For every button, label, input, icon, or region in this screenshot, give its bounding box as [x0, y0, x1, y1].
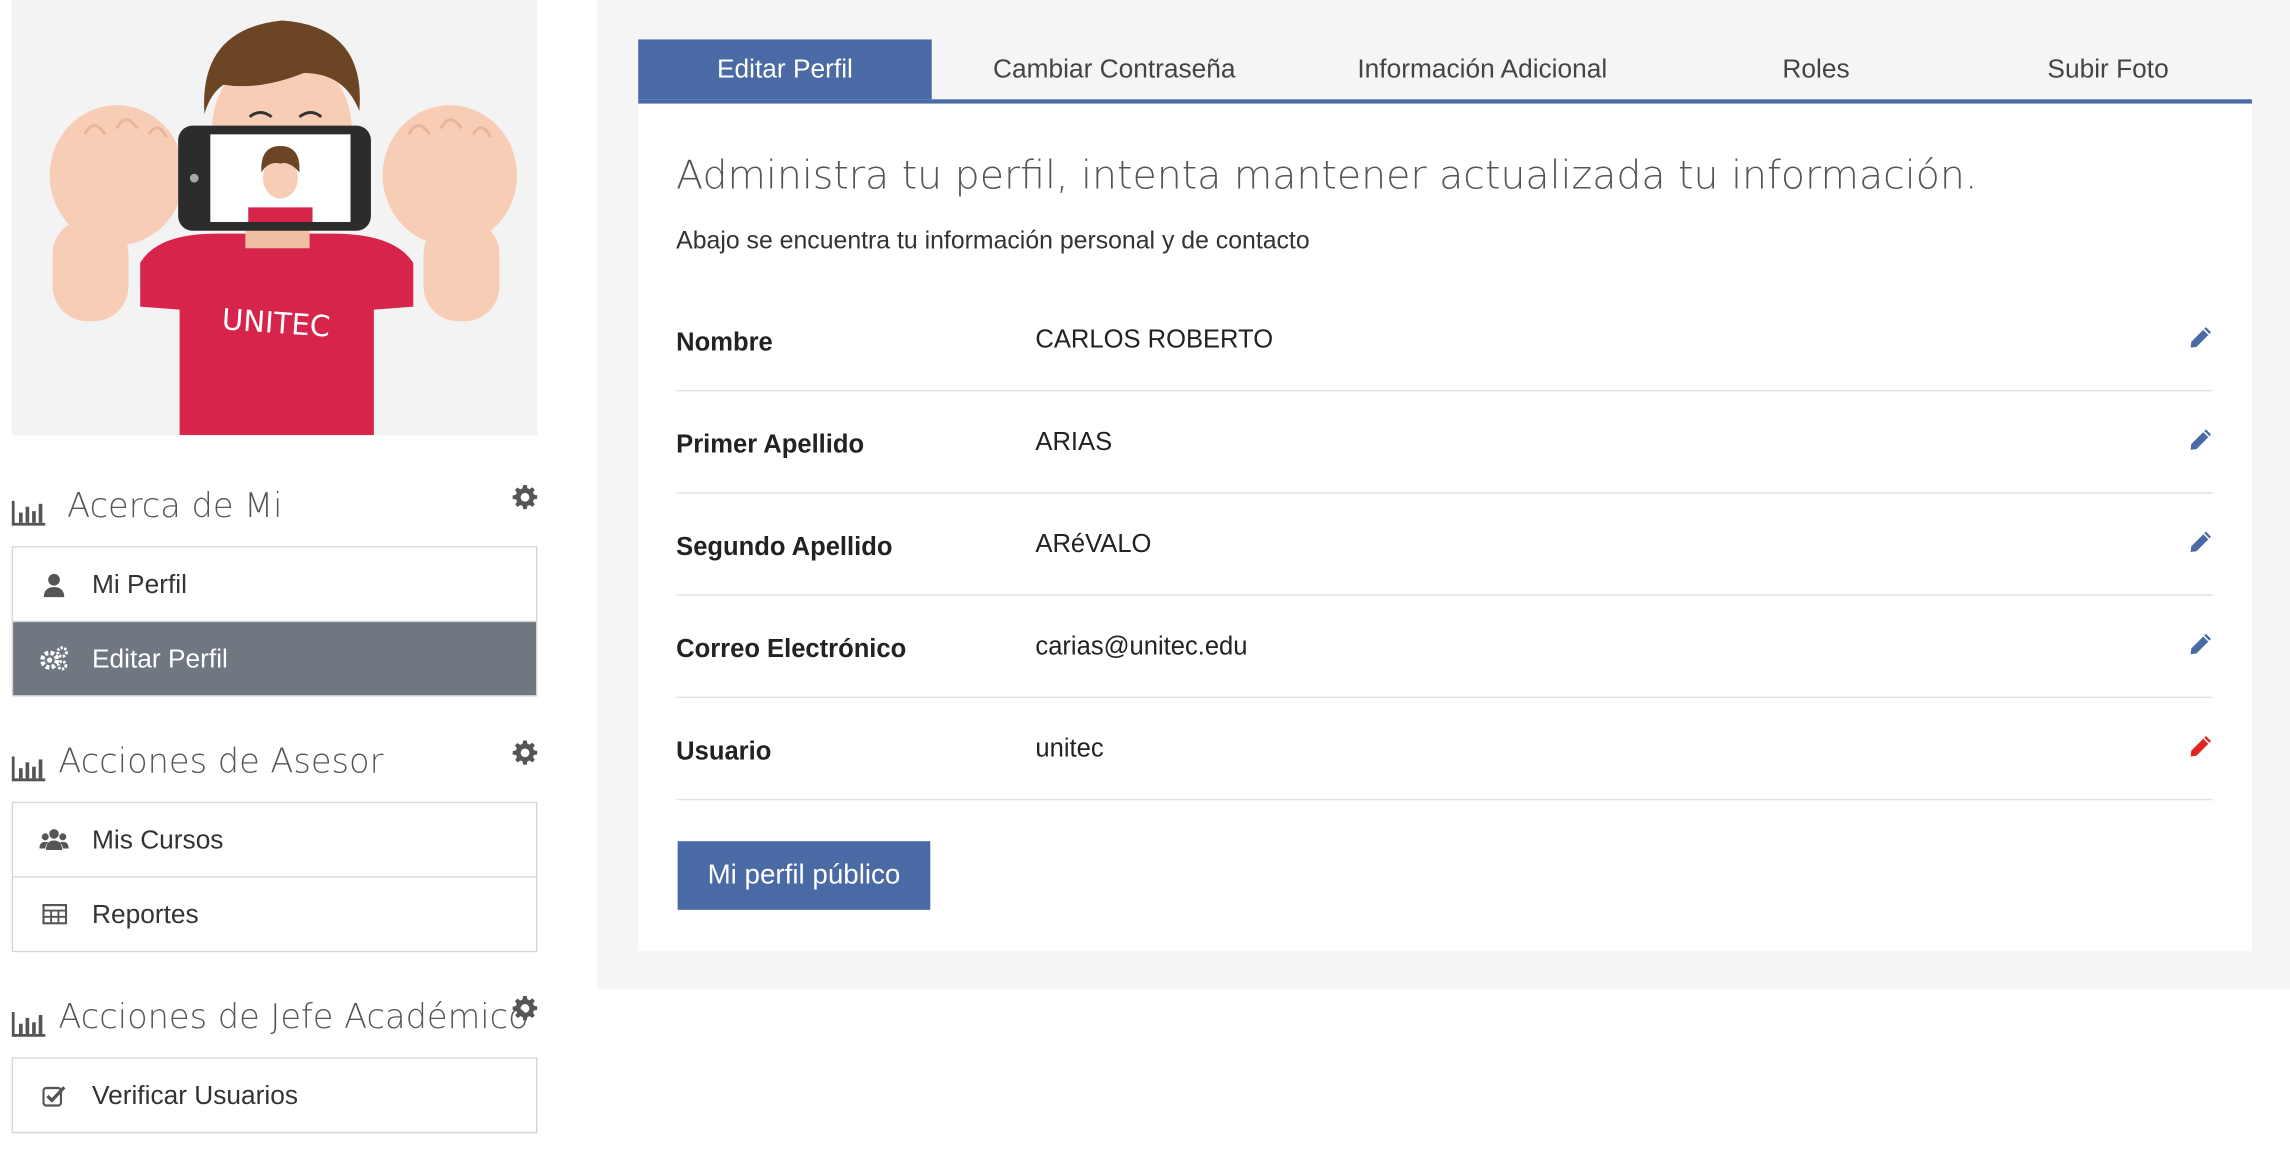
sidebar-item-label: Mi Perfil [92, 568, 187, 599]
menu-acciones-de-asesor: Mis Cursos Reportes [11, 801, 538, 953]
field-label: Primer Apellido [676, 429, 865, 459]
tab-roles[interactable]: Roles [1668, 39, 1964, 99]
sidebar-item-label: Reportes [92, 898, 199, 929]
page-title: Administra tu perfil, intenta mantener a… [676, 153, 1978, 199]
field-label: Usuario [676, 736, 772, 766]
section-acerca-de-mi: Acerca de Mi [11, 479, 538, 546]
sidebar-item-reportes[interactable]: Reportes [13, 877, 536, 951]
public-profile-button[interactable]: Mi perfil público [677, 841, 931, 910]
locked-pencil-icon[interactable] [2189, 735, 2212, 758]
users-icon [39, 825, 69, 854]
gear-icon[interactable] [512, 740, 538, 765]
field-row-usuario: Usuario unitec [676, 698, 2213, 801]
field-row-segundo-apellido: Segundo Apellido ARéVALO [676, 494, 2213, 596]
field-value: ARéVALO [1035, 528, 1152, 558]
field-value: CARLOS ROBERTO [1035, 324, 1274, 354]
section-acciones-de-asesor: Acciones de Asesor [11, 735, 538, 802]
edit-pencil-icon[interactable] [2189, 428, 2212, 451]
profile-avatar: UNITEC [11, 0, 538, 436]
section-title: Acciones de Jefe Académico [58, 998, 529, 1037]
field-value: ARIAS [1035, 426, 1113, 456]
bar-chart-icon [11, 756, 46, 782]
tab-informacion-adicional[interactable]: Información Adicional [1297, 39, 1668, 99]
field-value: carias@unitec.edu [1035, 630, 1248, 661]
field-row-nombre: Nombre CARLOS ROBERTO [676, 289, 2213, 392]
sidebar-item-label: Editar Perfil [92, 643, 228, 673]
table-icon [39, 900, 68, 929]
field-row-primer-apellido: Primer Apellido ARIAS [676, 391, 2213, 494]
field-row-correo-electronico: Correo Electrónico carias@unitec.edu [676, 596, 2213, 699]
edit-profile-panel: Administra tu perfil, intenta mantener a… [638, 103, 2252, 951]
checkbox-icon [39, 1081, 68, 1110]
section-title: Acciones de Asesor [58, 743, 384, 782]
menu-acerca-de-mi: Mi Perfil Editar Perfil [11, 546, 538, 697]
field-value: unitec [1035, 733, 1104, 763]
sidebar: UNITEC Acerca de Mi Mi Perfil Editar Per… [11, 0, 538, 1134]
gear-icon[interactable] [512, 995, 538, 1021]
gear-icon[interactable] [512, 484, 538, 510]
tab-editar-perfil[interactable]: Editar Perfil [638, 39, 932, 100]
section-title: Acerca de Mi [67, 487, 283, 526]
field-label: Segundo Apellido [676, 531, 893, 561]
edit-pencil-icon[interactable] [2189, 530, 2212, 553]
gears-icon [39, 644, 68, 673]
sidebar-item-label: Mis Cursos [92, 824, 224, 854]
bar-chart-icon [11, 1012, 46, 1037]
sidebar-item-verificar-usuarios[interactable]: Verificar Usuarios [13, 1058, 536, 1134]
page-subtitle: Abajo se encuentra tu información person… [676, 226, 1310, 255]
sidebar-item-editar-perfil[interactable]: Editar Perfil [13, 622, 536, 696]
menu-acciones-de-jefe-academico: Verificar Usuarios [11, 1057, 538, 1134]
edit-pencil-icon[interactable] [2189, 326, 2212, 349]
user-icon [39, 570, 68, 599]
tab-subir-foto[interactable]: Subir Foto [1964, 39, 2252, 99]
profile-fields: Nombre CARLOS ROBERTO Primer Apellido AR… [676, 289, 2213, 801]
edit-pencil-icon[interactable] [2189, 632, 2212, 655]
field-label: Nombre [676, 327, 773, 357]
profile-tabs: Editar Perfil Cambiar Contraseña Informa… [638, 39, 2252, 104]
bar-chart-icon [11, 500, 46, 526]
sidebar-item-mis-cursos[interactable]: Mis Cursos [13, 803, 536, 878]
sidebar-item-label: Verificar Usuarios [92, 1079, 298, 1110]
section-acciones-de-jefe-academico: Acciones de Jefe Académico [11, 990, 538, 1057]
tab-cambiar-contrasena[interactable]: Cambiar Contraseña [932, 39, 1297, 99]
field-label: Correo Electrónico [676, 633, 907, 664]
avatar-illustration: UNITEC [49, 20, 517, 436]
sidebar-item-mi-perfil[interactable]: Mi Perfil [13, 547, 536, 623]
